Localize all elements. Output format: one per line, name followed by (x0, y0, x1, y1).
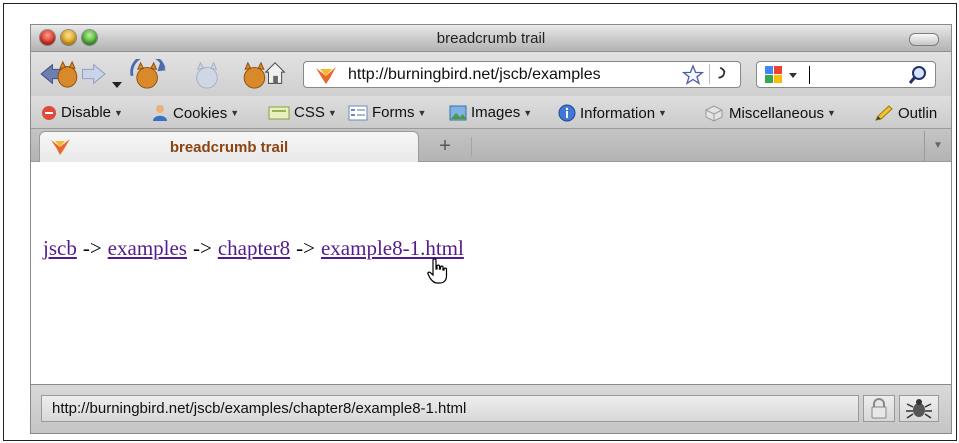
tab-separator (471, 137, 472, 157)
bug-icon (906, 399, 932, 419)
search-bar[interactable] (756, 61, 936, 88)
page-content: jscb -> examples -> chapter8 -> example8-1.htm… (31, 162, 951, 384)
cookies-icon (153, 105, 167, 121)
dropdown-arrow-icon: ▼ (658, 108, 667, 118)
google-search-engine-icon[interactable] (763, 65, 803, 85)
dropdown-arrow-icon: ▼ (417, 107, 427, 118)
devbar-label: Images (471, 104, 521, 121)
devbar-item-cookies[interactable]: Cookies ▼ (151, 104, 239, 122)
forms-icon (348, 105, 368, 120)
status-text: http://burningbird.net/jscb/examples/cha… (52, 400, 467, 417)
devbar-label: Outlin (898, 104, 938, 122)
outline-icon (875, 105, 893, 121)
firebug-button[interactable] (899, 395, 939, 422)
tab-label: breadcrumb trail (169, 139, 289, 156)
new-tab-button[interactable]: + (423, 134, 467, 160)
stop-icon (196, 61, 218, 89)
breadcrumb-link-example8-1[interactable]: example8-1.html (321, 236, 464, 260)
security-lock-button[interactable] (863, 395, 895, 422)
window-title: breadcrumb trail (436, 30, 546, 47)
navigation-toolbar: http://burningbird.net/jscb/examples (31, 52, 951, 96)
dropdown-arrow-icon: ▼ (114, 107, 123, 118)
images-icon (449, 105, 467, 120)
miscellaneous-icon (705, 105, 723, 122)
devbar-label: Forms (372, 104, 415, 121)
lock-icon (871, 398, 887, 419)
breadcrumb-link-chapter8[interactable]: chapter8 (218, 236, 290, 260)
bookmark-star-icon[interactable] (682, 64, 704, 86)
site-favicon-icon (316, 67, 336, 84)
title-bar: breadcrumb trail (31, 25, 951, 52)
url-text[interactable]: http://burningbird.net/jscb/examples (348, 66, 680, 84)
hand-pointer-icon (427, 258, 448, 284)
devbar-item-information[interactable]: Information ▼ (558, 104, 667, 122)
status-bar: http://burningbird.net/jscb/examples/cha… (31, 384, 951, 433)
breadcrumb: jscb -> examples -> chapter8 -> example8-1.htm… (43, 236, 464, 261)
go-arrow-icon[interactable] (709, 64, 735, 84)
url-bar[interactable]: http://burningbird.net/jscb/examples (303, 61, 741, 88)
devbar-label: Disable (61, 104, 112, 121)
devbar-label: Miscellaneous (729, 104, 825, 122)
breadcrumb-separator: -> (296, 236, 315, 260)
disable-icon (42, 105, 56, 120)
devbar-item-outline[interactable]: Outlin (874, 104, 937, 122)
home-icon[interactable] (236, 59, 286, 89)
status-field: http://burningbird.net/jscb/examples/cha… (41, 395, 859, 422)
dropdown-arrow-icon: ▼ (827, 108, 836, 118)
tab-bar: breadcrumb trail + ▼ (31, 129, 951, 162)
tab-list-dropdown-icon[interactable]: ▼ (924, 131, 951, 161)
breadcrumb-separator: -> (192, 236, 212, 260)
search-icon[interactable] (907, 64, 929, 86)
devbar-label: Cookies (173, 104, 228, 122)
breadcrumb-link-jscb[interactable]: jscb (43, 236, 77, 260)
screenshot-frame: breadcrumb trail http://burningbird.net/… (3, 3, 957, 441)
reload-icon[interactable] (127, 59, 171, 89)
dropdown-arrow-icon: ▼ (523, 107, 533, 118)
dropdown-arrow-icon: ▼ (327, 107, 337, 118)
toolbar-toggle-button[interactable] (909, 33, 939, 46)
breadcrumb-separator: -> (82, 236, 102, 260)
breadcrumb-link-examples[interactable]: examples (108, 236, 187, 260)
css-icon (268, 106, 290, 119)
web-developer-toolbar: Disable ▼ Cookies ▼ CSS ▼ Forms ▼ Images ▼ In… (31, 96, 951, 129)
devbar-item-css[interactable]: CSS ▼ (268, 104, 337, 121)
devbar-item-miscellaneous[interactable]: Miscellaneous ▼ (703, 104, 836, 122)
information-icon (558, 104, 576, 122)
devbar-item-forms[interactable]: Forms ▼ (348, 104, 426, 121)
devbar-item-images[interactable]: Images ▼ (449, 104, 532, 121)
devbar-item-disable[interactable]: Disable ▼ (41, 104, 123, 121)
devbar-label: CSS (294, 104, 325, 121)
browser-window: breadcrumb trail http://burningbird.net/… (30, 24, 952, 434)
back-forward-icon[interactable] (37, 59, 111, 89)
tab-breadcrumb-trail[interactable]: breadcrumb trail (39, 131, 419, 162)
dropdown-arrow-icon: ▼ (230, 108, 240, 118)
search-input-caret (809, 66, 810, 84)
devbar-label: Information (580, 104, 656, 122)
